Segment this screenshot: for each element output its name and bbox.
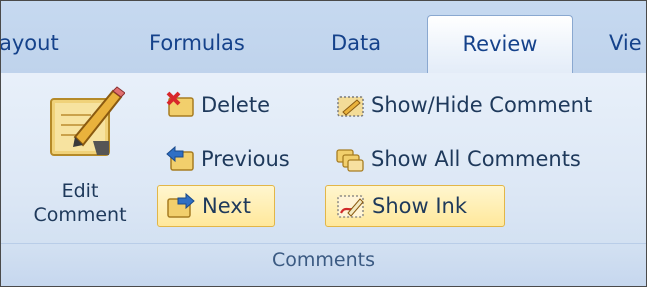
edit-comment-icon [50,86,125,156]
tab-formulas[interactable]: Formulas [149,31,245,55]
edit-comment-label-line2: Comment [33,204,127,226]
delete-comment-icon [166,91,194,117]
next-comment-button[interactable]: Next [157,185,275,227]
tab-page-layout[interactable]: ayout [1,31,59,55]
show-hide-comment-icon [337,96,364,117]
show-ink-button[interactable]: Show Ink [325,185,505,227]
show-hide-comment-button[interactable]: Show/Hide Comment [335,87,592,123]
delete-comment-button[interactable]: Delete [165,87,270,123]
show-all-comments-button[interactable]: Show All Comments [335,141,581,177]
show-all-comments-icon [336,149,364,172]
ribbon-tab-strip: ayout Formulas Data Review Vie [1,1,646,74]
show-ink-icon [337,195,364,218]
comments-group-label: Comments [272,249,375,271]
delete-comment-label: Delete [201,93,270,117]
excel-ribbon-screenshot: ayout Formulas Data Review Vie Edit Comm… [0,0,647,287]
previous-comment-button[interactable]: Previous [165,141,290,177]
group-separator [1,243,646,244]
tab-data[interactable]: Data [331,31,381,55]
next-comment-label: Next [202,194,251,218]
previous-comment-label: Previous [201,147,290,171]
show-hide-comment-label: Show/Hide Comment [371,93,593,117]
show-all-comments-label: Show All Comments [371,147,581,171]
edit-comment-button[interactable]: Edit Comment [9,79,151,239]
next-comment-icon [167,192,195,218]
previous-comment-icon [166,145,194,171]
tab-review[interactable]: Review [427,15,573,74]
ribbon-body: Edit Comment Delete Previous Next Show/H… [1,73,646,286]
show-ink-label: Show Ink [372,194,468,218]
tab-view[interactable]: Vie [609,31,642,55]
edit-comment-label-line1: Edit [61,180,99,202]
